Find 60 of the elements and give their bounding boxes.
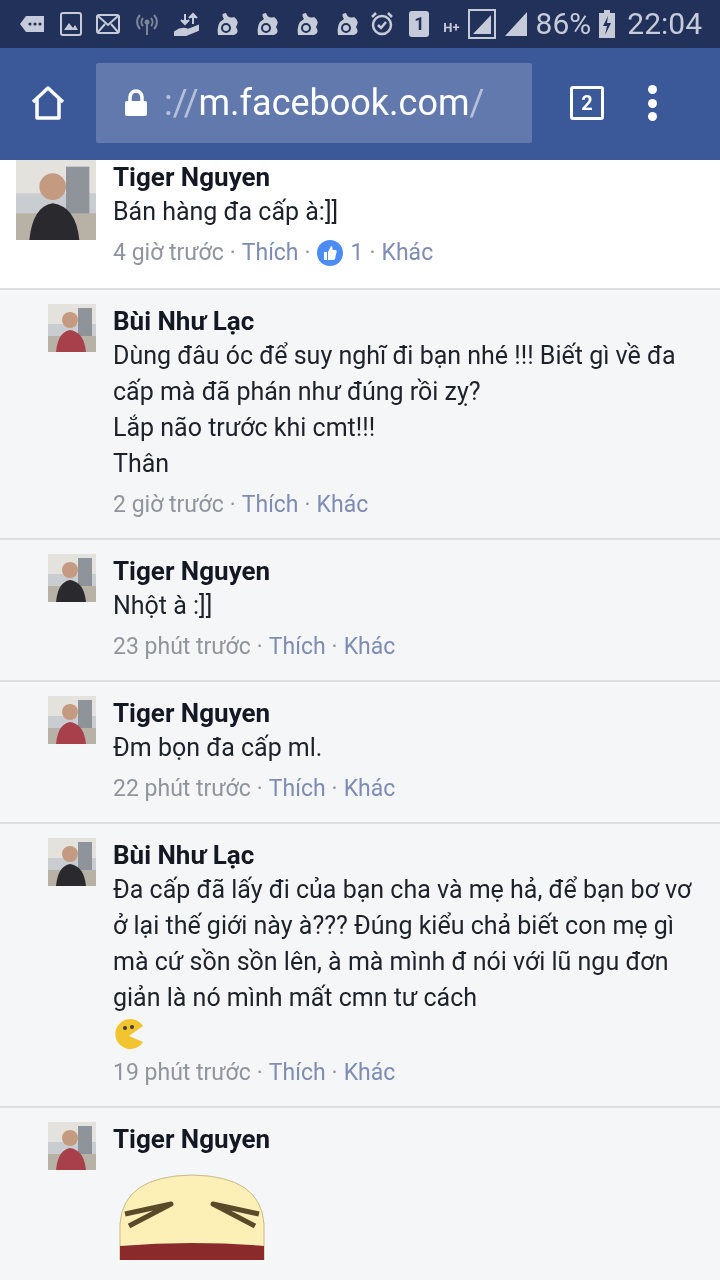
comment-text: Đm bọn đa cấp ml.: [113, 732, 324, 764]
thumbs-up-icon: [316, 240, 343, 266]
battery-charging-icon: [599, 10, 616, 38]
comment-author[interactable]: Tiger Nguyen: [113, 1122, 702, 1156]
separator-dot: ·: [229, 490, 236, 520]
separator-dot: ·: [304, 238, 311, 268]
separator-dot: ·: [304, 490, 311, 520]
transfer-icon: [174, 12, 200, 36]
separator-dot: ·: [256, 774, 263, 804]
comment-action-link[interactable]: Thích: [241, 490, 299, 520]
battery-level: 86%: [535, 9, 592, 39]
home-icon: [30, 85, 66, 121]
comment-author[interactable]: Tiger Nguyen: [113, 554, 702, 588]
comment-action-link[interactable]: Thích: [241, 238, 299, 268]
separator-dot: ·: [331, 632, 338, 662]
comment-time: 2 giờ trước: [113, 490, 224, 520]
lock-icon: [124, 89, 148, 117]
url-path: /: [469, 81, 485, 126]
separator-dot: ·: [229, 238, 236, 268]
comment-text: Thân: [113, 448, 171, 480]
comment-time: 19 phút trước: [113, 1058, 251, 1088]
reaction-count: 1: [350, 238, 364, 268]
comment-text: Đa cấp đã lấy đi của bạn cha và mẹ hả, để bạn bơ vơ ở lại thế giới này à??? Đúng kiểu chả biết con mẹ gì mà cứ sồn sồn lên, à mà mình đ nói với lũ ngu đơn giản là nó mình mất cmn tư cách: [113, 874, 693, 1014]
comment-author[interactable]: Bùi Như Lạc: [113, 304, 702, 338]
hotspot-icon: [134, 12, 160, 36]
comment-text: Lắp não trước khi cmt!!!: [113, 412, 377, 444]
sim-indicator: 1: [409, 11, 430, 37]
signal-icon: [467, 9, 496, 39]
mail-icon: [96, 14, 120, 34]
comment-action-link[interactable]: Thích: [268, 774, 326, 804]
comment-action-link[interactable]: Khác: [316, 490, 369, 520]
separator-dot: ·: [256, 632, 263, 662]
comment-action-link[interactable]: Thích: [268, 1058, 326, 1088]
comment-action-link[interactable]: Khác: [343, 632, 396, 662]
network-type: H+: [443, 21, 460, 34]
comment-action-link[interactable]: Khác: [343, 1058, 396, 1088]
tab-count-button[interactable]: 2: [570, 86, 604, 120]
comment-author[interactable]: Tiger Nguyen: [113, 160, 702, 194]
url-scheme: ://: [164, 81, 199, 126]
comment-text: Dùng đâu óc để suy nghĩ đi bạn nhé !!! Biết gì về đa cấp mà đã phán như đúng rồi zỵ?: [113, 340, 677, 408]
comment-action-link[interactable]: Khác: [343, 774, 396, 804]
comment-author[interactable]: Bùi Như Lạc: [113, 838, 702, 872]
comment-text: Bán hàng đa cấp à:]]: [113, 196, 340, 228]
url-field[interactable]: ://m.facebook.com/: [96, 63, 532, 143]
clock: 22:04: [627, 9, 702, 39]
comment-action-link[interactable]: Thích: [268, 632, 326, 662]
separator-dot: ·: [369, 238, 376, 268]
separator-dot: ·: [331, 774, 338, 804]
comment-time: 23 phút trước: [113, 632, 251, 662]
url-host: m.facebook.com: [198, 81, 470, 126]
signal-icon: [503, 11, 528, 37]
comment-time: 4 giờ trước: [113, 238, 224, 268]
comment-action-link[interactable]: Khác: [381, 238, 434, 268]
image-icon: [60, 12, 82, 36]
separator-dot: ·: [331, 1058, 338, 1088]
comment-time: 22 phút trước: [113, 774, 251, 804]
comment-text: Nhột à :]]: [113, 590, 214, 622]
comment-author[interactable]: Tiger Nguyen: [113, 696, 702, 730]
separator-dot: ·: [256, 1058, 263, 1088]
chat-icon: [18, 13, 46, 35]
